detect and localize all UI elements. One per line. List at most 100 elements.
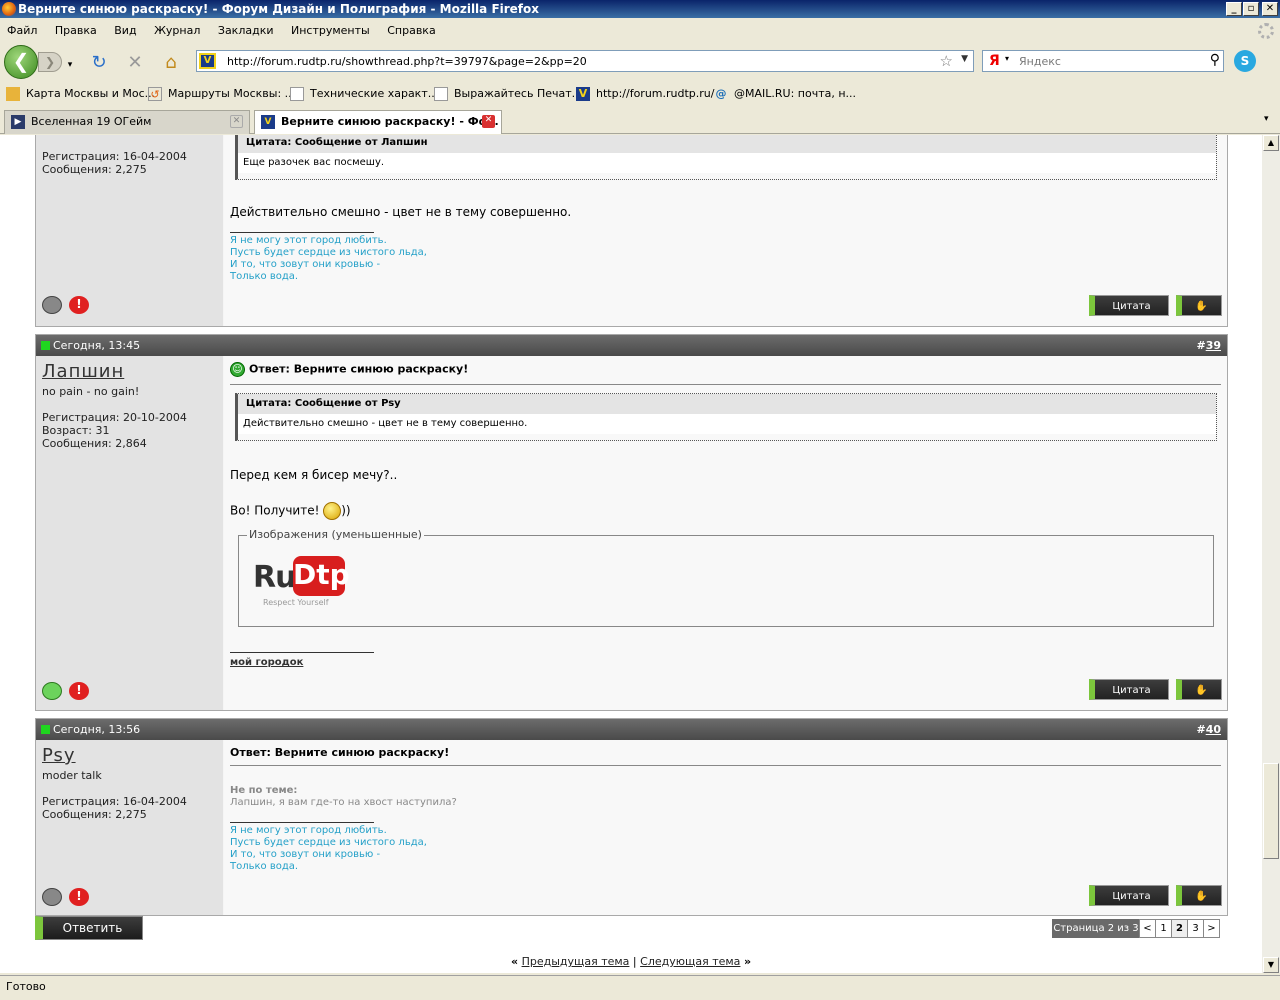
menu-edit[interactable]: Правка	[55, 24, 97, 37]
close-tab-icon[interactable]: ✕	[482, 115, 495, 128]
user-title: no pain - no gain!	[42, 385, 140, 398]
username-link[interactable]: Psy	[42, 745, 76, 766]
forum-post-38: Регистрация: 16-04-2004 Сообщения: 2,275…	[35, 135, 1228, 327]
map-icon	[6, 87, 20, 101]
post-permalink[interactable]: #39	[1196, 335, 1221, 356]
close-button[interactable]: ✕	[1262, 2, 1278, 16]
menu-tools[interactable]: Инструменты	[291, 24, 370, 37]
menu-bookmarks[interactable]: Закладки	[218, 24, 274, 37]
menu-view[interactable]: Вид	[114, 24, 136, 37]
bookmarks-toolbar: Карта Москвы и Мос... ↺ Маршруты Москвы: …	[0, 82, 1280, 106]
bookmark-moscow-map[interactable]: Карта Москвы и Мос...	[6, 82, 155, 106]
online-indicator-icon	[41, 725, 50, 734]
stop-icon[interactable]: ✕	[124, 52, 146, 74]
page-icon	[290, 87, 304, 101]
quote-header: Цитата: Сообщение от Psy	[238, 394, 1216, 414]
scroll-up-icon[interactable]: ▲	[1263, 135, 1279, 151]
search-engine-dropdown-icon[interactable]: ▾	[1005, 54, 1009, 63]
online-status-icon	[42, 682, 62, 700]
page-3[interactable]: 3	[1187, 919, 1204, 938]
bookmark-tech-specs[interactable]: Технические характ...	[290, 82, 438, 106]
bookmark-rudtp[interactable]: Vhttp://forum.rudtp.ru/	[576, 82, 714, 106]
bookmark-moscow-routes[interactable]: ↺ Маршруты Москвы: ...	[148, 82, 295, 106]
bookmark-star-icon[interactable]: ☆	[940, 52, 953, 70]
reply-button[interactable]: Ответить	[35, 916, 143, 940]
quote-header: Цитата: Сообщение от Лапшин	[238, 135, 1216, 153]
close-tab-icon[interactable]: ✕	[230, 115, 243, 128]
skype-icon[interactable]: S	[1234, 50, 1256, 72]
offtopic-text: Лапшин, я вам где-то на хвост наступила?	[230, 797, 457, 808]
page-content: Регистрация: 16-04-2004 Сообщения: 2,275…	[0, 135, 1262, 973]
post-permalink[interactable]: #40	[1196, 719, 1221, 740]
username-link[interactable]: Лапшин	[42, 361, 124, 382]
quote-button[interactable]: Цитата	[1089, 295, 1169, 316]
multiquote-hand-icon[interactable]: ✋	[1176, 885, 1222, 906]
user-stats: Регистрация: 16-04-2004 Сообщения: 2,275	[42, 795, 187, 821]
online-indicator-icon	[41, 341, 50, 350]
home-icon[interactable]: ⌂	[160, 52, 182, 74]
throbber-icon	[1258, 23, 1274, 39]
signature-divider	[230, 822, 374, 823]
user-stats: Регистрация: 20-10-2004 Возраст: 31 Сооб…	[42, 411, 187, 450]
page-prev[interactable]: <	[1139, 919, 1156, 938]
tab-list-icon[interactable]: ▾	[1264, 114, 1269, 124]
next-thread-link[interactable]: Следующая тема	[640, 955, 740, 968]
post-title: Ответ: Верните синюю раскраску!	[230, 746, 450, 759]
signature-divider	[230, 652, 374, 653]
quote-button[interactable]: Цитата	[1089, 679, 1169, 700]
menu-file[interactable]: Файл	[7, 24, 37, 37]
report-icon[interactable]: !	[69, 682, 89, 700]
reload-icon[interactable]: ↻	[88, 52, 110, 74]
history-dropdown-icon[interactable]: ▾	[64, 54, 76, 76]
quote-button[interactable]: Цитата	[1089, 885, 1169, 906]
maximize-button[interactable]: ▫	[1243, 2, 1259, 16]
menu-help[interactable]: Справка	[387, 24, 435, 37]
post-header: Сегодня, 13:45 #39	[36, 335, 1227, 356]
post-date: Сегодня, 13:56	[53, 723, 141, 736]
search-icon[interactable]: ⚲	[1210, 52, 1220, 68]
multiquote-hand-icon[interactable]: ✋	[1176, 679, 1222, 700]
report-icon[interactable]: !	[69, 296, 89, 314]
quote-block: Цитата: Сообщение от Лапшин Еще разочек …	[235, 135, 1217, 180]
bookmark-mailru[interactable]: @ @MAIL.RU: почта, н...	[714, 82, 857, 106]
report-icon[interactable]: !	[69, 888, 89, 906]
tab-ogame[interactable]: ▶ Вселенная 19 ОГейм ✕	[4, 110, 250, 134]
page-next[interactable]: >	[1203, 919, 1220, 938]
signature-link[interactable]: мой городок	[230, 657, 303, 668]
bookmark-print[interactable]: Выражайтесь Печат...	[434, 82, 582, 106]
multiquote-hand-icon[interactable]: ✋	[1176, 295, 1222, 316]
forward-button[interactable]: ❯	[38, 52, 62, 72]
scroll-down-icon[interactable]: ▼	[1263, 957, 1279, 973]
back-button[interactable]: ❮	[4, 45, 38, 79]
pagination-label: Страница 2 из 3	[1052, 919, 1140, 938]
tab-bar: ▶ Вселенная 19 ОГейм ✕ V Верните синюю р…	[0, 108, 1280, 134]
window-title: Верните синюю раскраску! - Форум Дизайн …	[18, 2, 540, 16]
page-1[interactable]: 1	[1155, 919, 1172, 938]
thread-navigation: « Предыдущая тема | Следующая тема »	[510, 955, 752, 968]
url-text[interactable]: http://forum.rudtp.ru/showthread.php?t=3…	[227, 55, 587, 68]
offline-status-icon	[42, 296, 62, 314]
navigation-toolbar: ❮ ❯ ▾ ↻ ✕ ⌂ V http://forum.rudtp.ru/show…	[0, 42, 1280, 80]
forum-post-39: Сегодня, 13:45 #39 Лапшин no pain - no g…	[35, 334, 1228, 711]
search-input[interactable]: Яндекс	[1019, 55, 1061, 68]
title-divider	[230, 765, 1221, 766]
search-bar[interactable]: Я ▾ Яндекс ⚲	[982, 50, 1224, 72]
forum-post-40: Сегодня, 13:56 #40 Psy moder talk Регист…	[35, 718, 1228, 916]
previous-thread-link[interactable]: Предыдущая тема	[522, 955, 630, 968]
scrollbar-thumb[interactable]	[1263, 763, 1279, 859]
user-stats: Регистрация: 16-04-2004 Сообщения: 2,275	[42, 150, 187, 176]
menu-history[interactable]: Журнал	[154, 24, 200, 37]
rudtp-logo-thumbnail[interactable]: Ru Dtp Respect Yourself	[253, 556, 350, 610]
signature: Я не могу этот город любить. Пусть будет…	[230, 235, 427, 282]
post-header: Сегодня, 13:56 #40	[36, 719, 1227, 740]
page-2-current: 2	[1171, 919, 1188, 938]
url-bar[interactable]: V http://forum.rudtp.ru/showthread.php?t…	[196, 50, 974, 72]
post-text: Перед кем я бисер мечу?..	[230, 468, 398, 482]
pagination: Страница 2 из 3 <1 2 3 >	[1052, 919, 1220, 938]
menu-bar: Файл Правка Вид Журнал Закладки Инструме…	[0, 21, 1280, 40]
url-dropdown-icon[interactable]: ▼	[961, 54, 968, 64]
tab-active-forum[interactable]: V Верните синюю раскраску! - Фо... ✕	[254, 110, 502, 134]
vertical-scrollbar[interactable]: ▲ ▼	[1262, 135, 1280, 973]
quote-block: Цитата: Сообщение от Psy Действительно с…	[235, 393, 1217, 441]
minimize-button[interactable]: _	[1226, 2, 1242, 16]
